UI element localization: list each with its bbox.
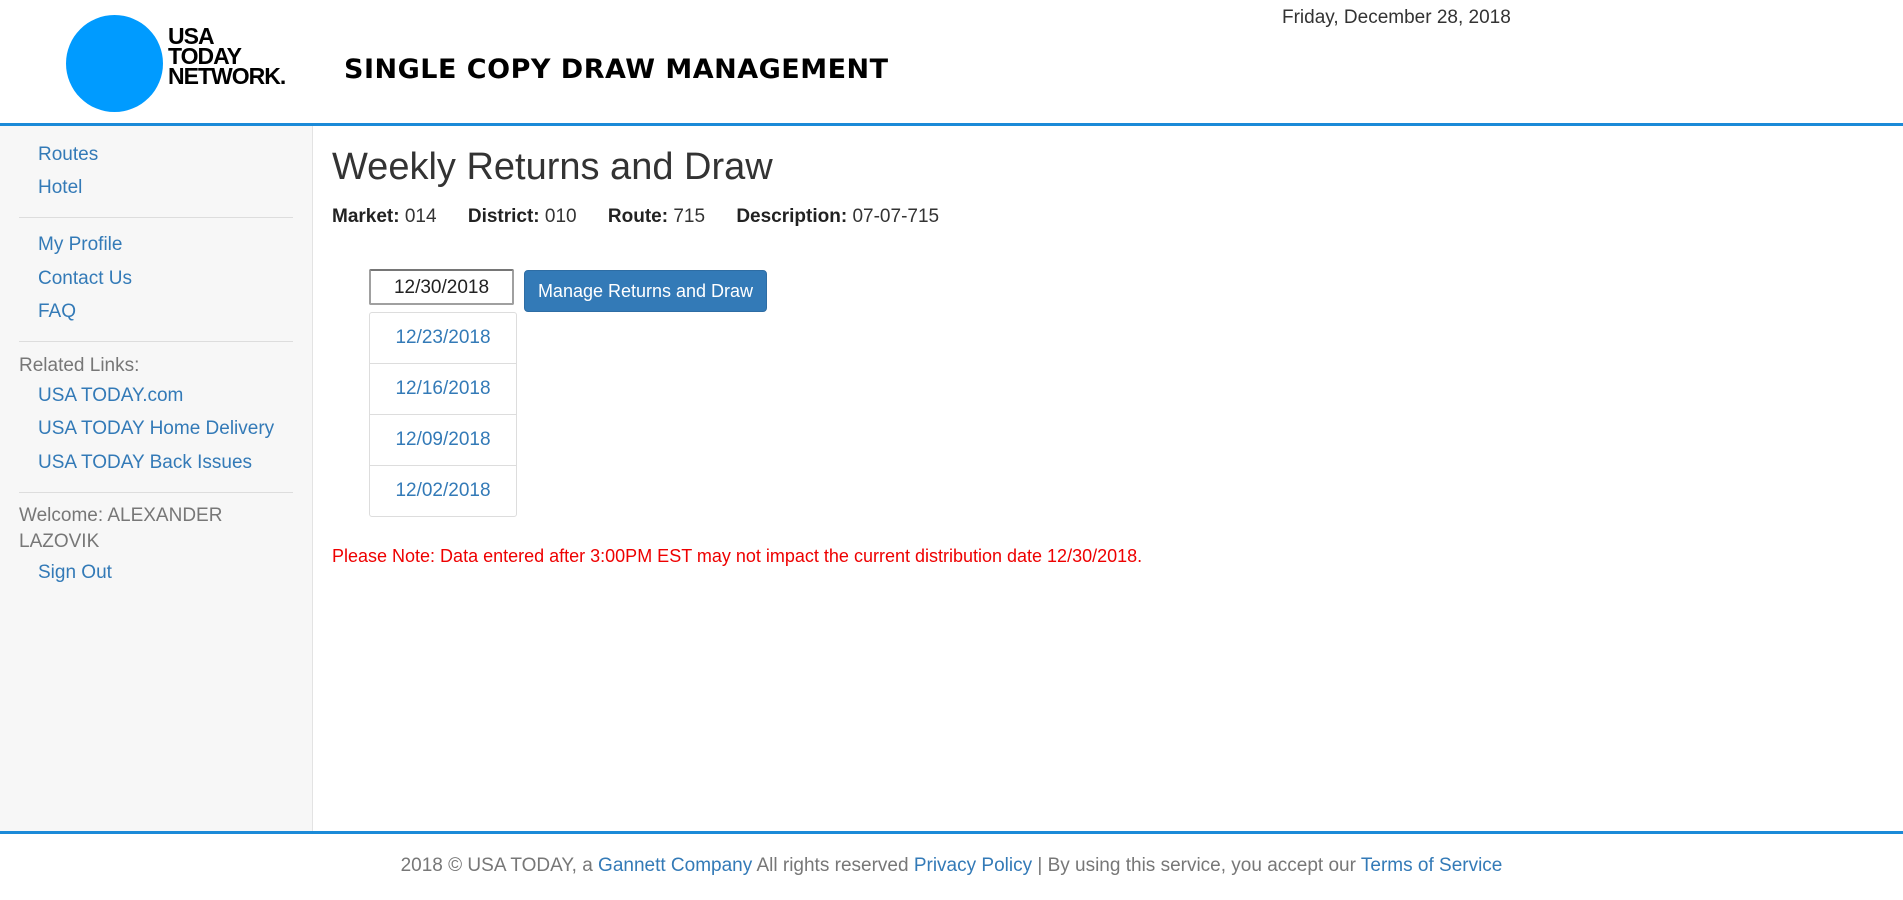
usa-today-logo-circle (66, 15, 163, 112)
page-footer: 2018 © USA TODAY, a Gannett Company All … (0, 831, 1903, 900)
usa-today-network-logo: USA TODAY NETWORK. (168, 25, 286, 89)
date-option[interactable]: 12/02/2018 (369, 465, 517, 517)
related-links-heading: Related Links: (19, 355, 140, 376)
description-label: Description: (736, 206, 848, 227)
manage-returns-and-draw-button[interactable]: Manage Returns and Draw (524, 270, 767, 312)
sidebar-item-faq[interactable]: FAQ (38, 301, 76, 323)
date-dropdown-list: 12/23/2018 12/16/2018 12/09/2018 12/02/2… (369, 312, 517, 517)
privacy-policy-link[interactable]: Privacy Policy (914, 855, 1032, 876)
sidebar-divider (19, 341, 293, 342)
date-option[interactable]: 12/16/2018 (369, 363, 517, 415)
logo-line-3: NETWORK. (168, 63, 286, 89)
page-header: USA TODAY NETWORK. SINGLE COPY DRAW MANA… (0, 0, 1903, 126)
sidebar-divider (19, 217, 293, 218)
date-option[interactable]: 12/09/2018 (369, 414, 517, 466)
app-title: SINGLE COPY DRAW MANAGEMENT (344, 54, 889, 85)
sidebar-item-contact-us[interactable]: Contact Us (38, 268, 132, 290)
page-title: Weekly Returns and Draw (332, 146, 773, 188)
district-value: 010 (544, 206, 577, 227)
market-value: 014 (404, 206, 437, 227)
date-option[interactable]: 12/23/2018 (369, 312, 517, 364)
related-link-home-delivery[interactable]: USA TODAY Home Delivery (38, 418, 274, 440)
related-link-back-issues[interactable]: USA TODAY Back Issues (38, 452, 252, 474)
header-date: Friday, December 28, 2018 (1282, 7, 1511, 28)
week-date-input[interactable]: 12/30/2018 (369, 269, 514, 305)
route-value: 715 (673, 206, 706, 227)
sidebar-item-my-profile[interactable]: My Profile (38, 234, 122, 256)
footer-rights: All rights reserved (752, 855, 914, 876)
main-content: Weekly Returns and Draw Market: 014 Dist… (313, 126, 1903, 831)
sidebar-item-hotel[interactable]: Hotel (38, 177, 82, 199)
route-label: Route: (607, 206, 669, 227)
sidebar: Routes Hotel My Profile Contact Us FAQ R… (0, 126, 313, 831)
market-label: Market: (332, 206, 400, 227)
welcome-text: Welcome: ALEXANDER LAZOVIK (19, 505, 223, 552)
sidebar-item-routes[interactable]: Routes (38, 144, 98, 166)
terms-of-service-link[interactable]: Terms of Service (1361, 855, 1502, 876)
footer-text: 2018 © USA TODAY, a Gannett Company All … (0, 855, 1903, 877)
footer-copyright: 2018 © USA TODAY, a (400, 855, 599, 876)
route-info: Market: 014 District: 010 Route: 715 Des… (332, 206, 939, 228)
description-value: 07-07-715 (852, 206, 940, 227)
related-link-usa-today[interactable]: USA TODAY.com (38, 385, 183, 407)
distribution-note: Please Note: Data entered after 3:00PM E… (332, 546, 1143, 566)
sign-out-link[interactable]: Sign Out (38, 562, 112, 584)
footer-acceptance: | By using this service, you accept our (1032, 855, 1361, 876)
gannett-company-link[interactable]: Gannett Company (598, 855, 752, 876)
sidebar-divider (19, 492, 293, 493)
district-label: District: (467, 206, 540, 227)
